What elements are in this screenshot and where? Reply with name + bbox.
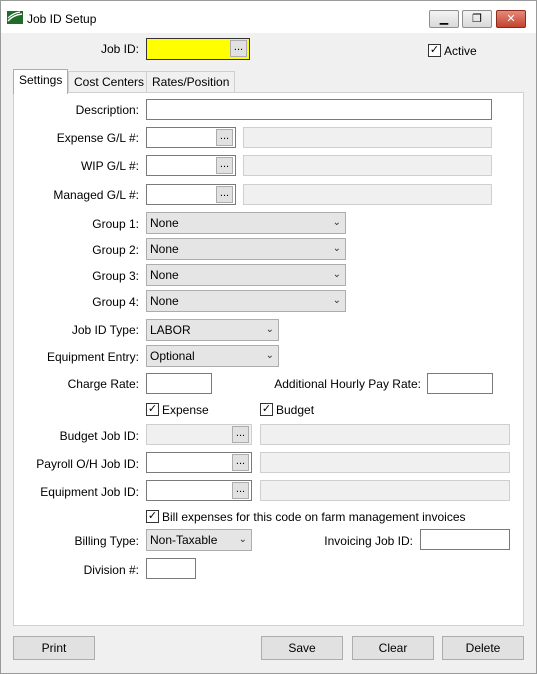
window-title: Job ID Setup xyxy=(27,12,97,26)
title-bar: Job ID Setup ▁ ❐ ✕ xyxy=(1,1,536,33)
invoicing-job-id-input[interactable] xyxy=(420,529,510,550)
division-label: Division #: xyxy=(83,563,139,577)
check-icon: ✓ xyxy=(147,510,158,522)
group-4-label: Group 4: xyxy=(92,295,139,309)
job-id-field[interactable]: ... xyxy=(146,38,250,60)
group-2-select[interactable]: None ⌄ xyxy=(146,238,346,260)
payroll-oh-job-id-input[interactable]: ... xyxy=(146,452,252,473)
equipment-entry-label: Equipment Entry: xyxy=(46,350,139,364)
maximize-icon: ❐ xyxy=(472,12,482,25)
division-input[interactable] xyxy=(146,558,196,579)
budget-checkbox[interactable]: ✓ xyxy=(260,403,273,416)
job-id-type-label: Job ID Type: xyxy=(71,323,139,337)
description-label: Description: xyxy=(75,103,139,117)
save-button[interactable]: Save xyxy=(261,636,343,660)
additional-hourly-pay-rate-input[interactable] xyxy=(427,373,493,394)
charge-rate-label: Charge Rate: xyxy=(67,377,139,391)
job-id-label: Job ID: xyxy=(100,42,139,56)
active-checkbox[interactable]: ✓ xyxy=(428,44,441,57)
invoicing-job-id-label: Invoicing Job ID: xyxy=(324,534,413,548)
chevron-down-icon: ⌄ xyxy=(332,243,341,254)
managed-gl-input[interactable]: ... xyxy=(146,184,236,205)
group-3-label: Group 3: xyxy=(92,269,139,283)
equipment-job-id-label: Equipment Job ID: xyxy=(40,485,139,499)
billing-type-select[interactable]: Non-Taxable ⌄ xyxy=(146,529,252,551)
chevron-down-icon: ⌄ xyxy=(332,269,341,280)
managed-gl-lookup-button[interactable]: ... xyxy=(216,186,233,203)
billing-type-label: Billing Type: xyxy=(74,534,139,548)
job-id-type-select[interactable]: LABOR ⌄ xyxy=(146,319,279,341)
budget-job-id-input[interactable]: ... xyxy=(146,424,252,445)
minimize-button[interactable]: ▁ xyxy=(429,10,459,28)
group-1-label: Group 1: xyxy=(92,217,139,231)
equipment-job-id-lookup-button[interactable]: ... xyxy=(232,482,249,499)
additional-hourly-pay-rate-label: Additional Hourly Pay Rate: xyxy=(274,377,421,391)
budget-job-id-description xyxy=(260,424,510,445)
payroll-oh-job-id-lookup-button[interactable]: ... xyxy=(232,454,249,471)
job-id-setup-window: Job ID Setup ▁ ❐ ✕ Job ID: ... ✓ Active … xyxy=(0,0,537,674)
equipment-entry-select[interactable]: Optional ⌄ xyxy=(146,345,279,367)
wip-gl-input[interactable]: ... xyxy=(146,155,236,176)
wip-gl-lookup-button[interactable]: ... xyxy=(216,157,233,174)
managed-gl-description xyxy=(243,184,492,205)
group-2-label: Group 2: xyxy=(92,243,139,257)
expense-gl-input[interactable]: ... xyxy=(146,127,236,148)
payroll-oh-job-id-label: Payroll O/H Job ID: xyxy=(36,457,139,471)
group-3-select[interactable]: None ⌄ xyxy=(146,264,346,286)
managed-gl-label: Managed G/L #: xyxy=(53,188,139,202)
expense-gl-label: Expense G/L #: xyxy=(56,131,139,145)
maximize-button[interactable]: ❐ xyxy=(462,10,492,28)
wip-gl-description xyxy=(243,155,492,176)
equipment-job-id-description xyxy=(260,480,510,501)
expense-gl-description xyxy=(243,127,492,148)
tab-cost-centers[interactable]: Cost Centers xyxy=(68,71,151,93)
chevron-down-icon: ⌄ xyxy=(332,217,341,228)
bill-expenses-checkbox[interactable]: ✓ xyxy=(146,510,159,523)
expense-checkbox[interactable]: ✓ xyxy=(146,403,159,416)
bill-expenses-label: Bill expenses for this code on farm mana… xyxy=(162,510,466,524)
check-icon: ✓ xyxy=(147,403,158,415)
minimize-icon: ▁ xyxy=(439,12,449,25)
expense-check-label: Expense xyxy=(162,403,209,417)
charge-rate-input[interactable] xyxy=(146,373,212,394)
tab-rates-position[interactable]: Rates/Position xyxy=(146,71,236,93)
equipment-job-id-input[interactable]: ... xyxy=(146,480,252,501)
chevron-down-icon: ⌄ xyxy=(265,324,274,335)
delete-button[interactable]: Delete xyxy=(442,636,524,660)
close-icon: ✕ xyxy=(506,12,516,25)
wip-gl-label: WIP G/L #: xyxy=(80,159,139,173)
active-label: Active xyxy=(444,44,477,58)
payroll-oh-job-id-description xyxy=(260,452,510,473)
chevron-down-icon: ⌄ xyxy=(332,295,341,306)
budget-check-label: Budget xyxy=(276,403,315,417)
expense-gl-lookup-button[interactable]: ... xyxy=(216,129,233,146)
check-icon: ✓ xyxy=(429,44,440,56)
chevron-down-icon: ⌄ xyxy=(265,350,274,361)
job-id-lookup-button[interactable]: ... xyxy=(230,40,247,57)
close-button[interactable]: ✕ xyxy=(496,10,526,28)
print-button[interactable]: Print xyxy=(13,636,95,660)
app-logo-icon xyxy=(7,11,23,24)
check-icon: ✓ xyxy=(261,403,272,415)
budget-job-id-label: Budget Job ID: xyxy=(59,429,139,443)
chevron-down-icon: ⌄ xyxy=(238,534,247,545)
description-input[interactable] xyxy=(146,99,492,120)
tab-settings[interactable]: Settings xyxy=(13,69,69,94)
budget-job-id-lookup-button[interactable]: ... xyxy=(232,426,249,443)
group-4-select[interactable]: None ⌄ xyxy=(146,290,346,312)
group-1-select[interactable]: None ⌄ xyxy=(146,212,346,234)
clear-button[interactable]: Clear xyxy=(352,636,434,660)
